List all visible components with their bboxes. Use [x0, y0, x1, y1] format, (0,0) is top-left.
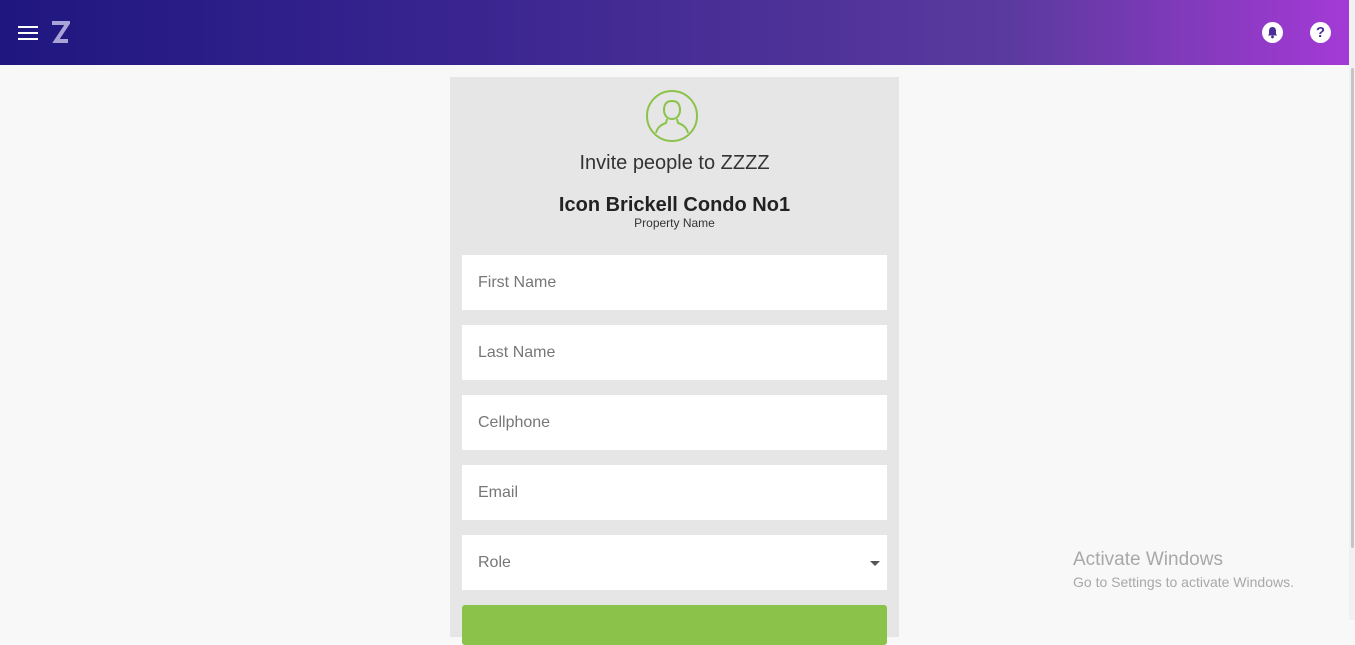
cellphone-input[interactable]	[462, 395, 858, 450]
help-glyph: ?	[1315, 24, 1326, 41]
last-name-input[interactable]	[462, 325, 858, 380]
property-name-caption: Property Name	[634, 216, 715, 230]
last-name-field[interactable]	[462, 325, 887, 380]
invite-submit-button[interactable]	[462, 605, 887, 645]
user-avatar-icon	[646, 90, 698, 142]
z-logo-icon[interactable]	[50, 21, 70, 45]
email-field[interactable]	[462, 465, 887, 520]
chevron-down-icon[interactable]	[870, 561, 880, 566]
cellphone-field[interactable]	[462, 395, 887, 450]
property-name: Icon Brickell Condo No1	[558, 194, 791, 216]
bell-icon[interactable]	[1262, 22, 1283, 43]
invite-title: Invite people to ZZZZ	[579, 152, 770, 174]
first-name-input[interactable]	[462, 255, 858, 310]
scrollbar-thumb[interactable]	[1351, 68, 1354, 548]
hamburger-menu-icon[interactable]	[18, 26, 38, 40]
role-label: Role	[478, 554, 511, 571]
email-input[interactable]	[462, 465, 858, 520]
top-app-bar: ?	[0, 0, 1349, 65]
role-select[interactable]: Role	[462, 535, 887, 590]
help-icon[interactable]: ?	[1310, 22, 1331, 43]
activate-windows-title: Activate Windows	[1073, 549, 1223, 570]
invite-panel: Invite people to ZZZZ Icon Brickell Cond…	[450, 77, 899, 645]
activate-windows-subtitle: Go to Settings to activate Windows.	[1073, 574, 1294, 590]
first-name-field[interactable]	[462, 255, 887, 310]
